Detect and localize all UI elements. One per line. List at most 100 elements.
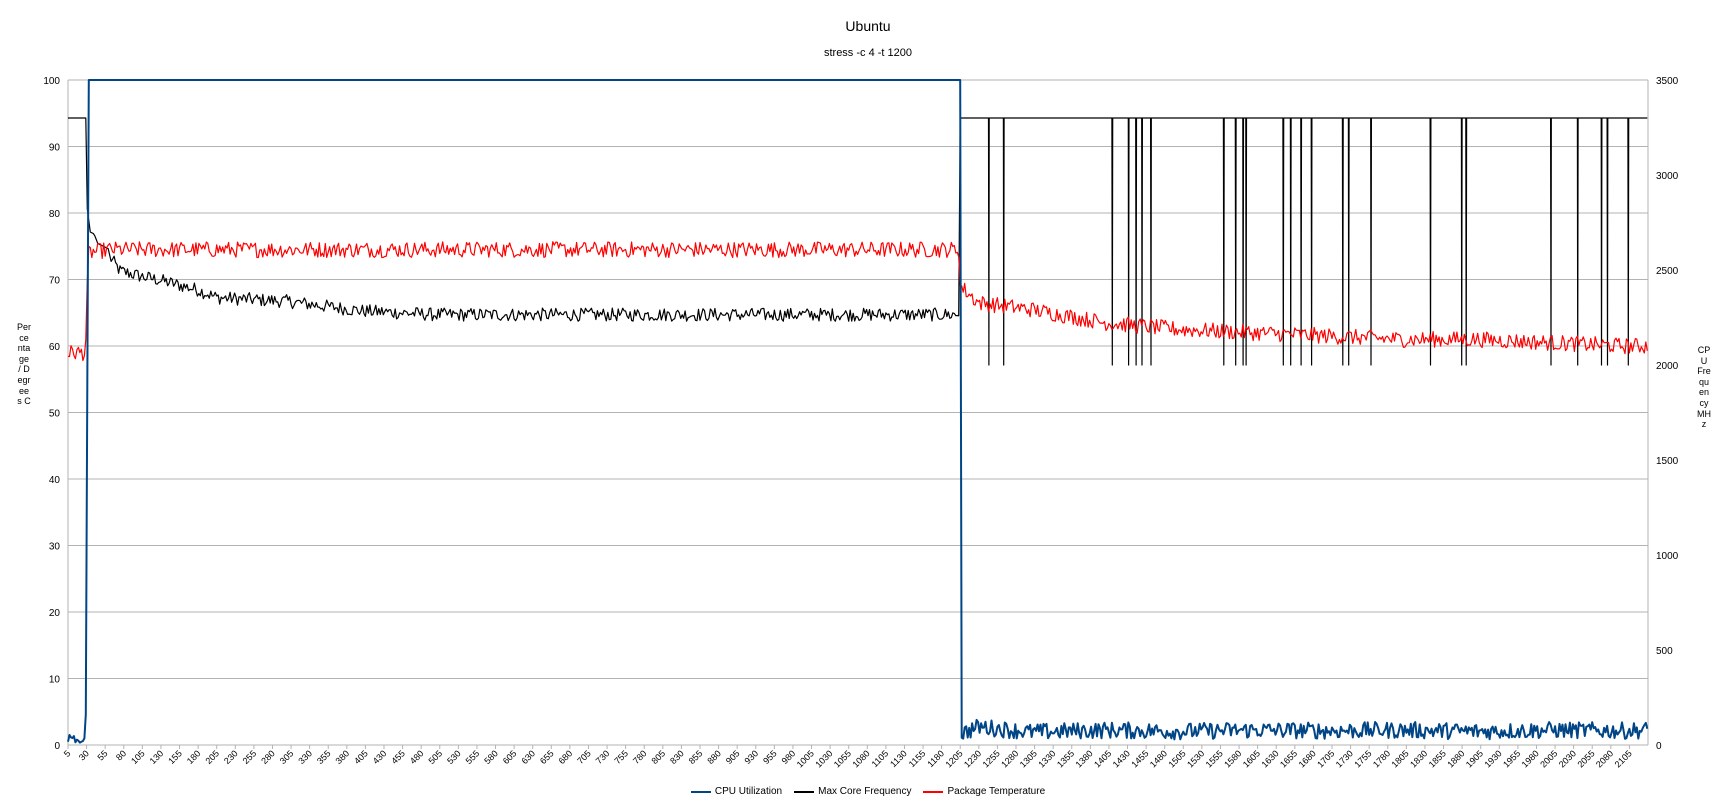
y-right-tick-label: 1500 bbox=[1656, 456, 1679, 467]
x-tick-label: 405 bbox=[352, 748, 370, 766]
x-tick-label: 1930 bbox=[1482, 748, 1503, 769]
x-tick-label: 1130 bbox=[888, 748, 909, 769]
x-tick-label: 1005 bbox=[795, 748, 816, 769]
x-tick-label: 1705 bbox=[1315, 748, 1336, 769]
x-tick-label: 1205 bbox=[943, 748, 964, 769]
x-tick-label: 680 bbox=[557, 748, 575, 766]
x-tick-label: 530 bbox=[445, 748, 463, 766]
x-tick-label: 155 bbox=[166, 748, 184, 766]
y-right-tick-label: 2000 bbox=[1656, 361, 1679, 372]
x-tick-label: 1855 bbox=[1427, 748, 1448, 769]
x-tick-label: 55 bbox=[95, 748, 109, 762]
x-tick-label: 2005 bbox=[1538, 748, 1559, 769]
legend-item-cpu-utilization: CPU Utilization bbox=[690, 786, 783, 797]
x-tick-label: 30 bbox=[77, 748, 91, 762]
x-tick-label: 1655 bbox=[1278, 748, 1299, 769]
x-tick-label: 1480 bbox=[1148, 748, 1169, 769]
series-line-package-temperature bbox=[67, 241, 1648, 362]
x-tick-label: 830 bbox=[668, 748, 686, 766]
x-tick-label: 1805 bbox=[1390, 748, 1411, 769]
x-tick-label: 755 bbox=[612, 748, 630, 766]
series-line-cpu-utilization bbox=[67, 79, 1649, 744]
x-tick-label: 880 bbox=[705, 748, 723, 766]
chart: 0102030405060708090100050010001500200025… bbox=[43, 76, 1679, 770]
x-tick-label: 1680 bbox=[1297, 748, 1318, 769]
y-left-tick-label: 40 bbox=[49, 475, 61, 486]
x-tick-label: 1030 bbox=[813, 748, 834, 769]
y-right-tick-label: 500 bbox=[1656, 646, 1673, 657]
chart-title: Ubuntu bbox=[845, 18, 891, 34]
x-tick-label: 330 bbox=[296, 748, 314, 766]
y-right-tick-label: 2500 bbox=[1656, 266, 1679, 277]
legend-swatch-package-temperature bbox=[923, 790, 944, 793]
x-tick-label: 930 bbox=[742, 748, 760, 766]
x-tick-label: 955 bbox=[761, 748, 779, 766]
x-tick-label: 1055 bbox=[832, 748, 853, 769]
legend: CPU Utilization Max Core Frequency Packa… bbox=[0, 786, 1736, 797]
x-tick-label: 1955 bbox=[1501, 748, 1522, 769]
y-left-tick-label: 80 bbox=[49, 209, 61, 220]
x-tick-label: 655 bbox=[538, 748, 556, 766]
y-right-tick-label: 0 bbox=[1656, 741, 1662, 752]
x-tick-label: 1430 bbox=[1111, 748, 1132, 769]
y-axis-right-label: CPU Frequency MHz bbox=[1697, 345, 1712, 430]
x-tick-label: 1630 bbox=[1259, 748, 1280, 769]
x-tick-label: 280 bbox=[259, 748, 277, 766]
x-tick-label: 1105 bbox=[870, 748, 891, 769]
x-tick-label: 1555 bbox=[1204, 748, 1225, 769]
x-tick-label: 5 bbox=[62, 748, 73, 759]
x-tick-label: 580 bbox=[482, 748, 500, 766]
x-tick-label: 730 bbox=[594, 748, 612, 766]
x-tick-label: 1730 bbox=[1334, 748, 1355, 769]
series-line-max-core-frequency bbox=[68, 117, 1648, 366]
x-tick-label: 180 bbox=[185, 748, 203, 766]
x-tick-label: 1905 bbox=[1464, 748, 1485, 769]
x-tick-label: 1830 bbox=[1408, 748, 1429, 769]
chart-subtitle: stress -c 4 -t 1200 bbox=[823, 47, 913, 59]
y-right-tick-label: 1000 bbox=[1656, 551, 1679, 562]
x-tick-label: 1605 bbox=[1241, 748, 1262, 769]
x-tick-label: 380 bbox=[334, 748, 352, 766]
x-tick-label: 1530 bbox=[1185, 748, 1206, 769]
x-tick-label: 1780 bbox=[1371, 748, 1392, 769]
x-tick-label: 705 bbox=[575, 748, 593, 766]
x-tick-label: 1755 bbox=[1352, 748, 1373, 769]
x-tick-label: 1180 bbox=[925, 748, 946, 769]
x-tick-label: 205 bbox=[203, 748, 221, 766]
legend-swatch-max-core-frequency bbox=[794, 790, 815, 793]
x-tick-label: 905 bbox=[724, 748, 742, 766]
x-tick-label: 80 bbox=[114, 748, 128, 762]
x-tick-label: 1580 bbox=[1222, 748, 1243, 769]
x-tick-label: 780 bbox=[631, 748, 649, 766]
x-tick-label: 605 bbox=[501, 748, 519, 766]
x-tick-label: 1080 bbox=[850, 748, 871, 769]
x-tick-label: 230 bbox=[222, 748, 240, 766]
x-tick-label: 430 bbox=[371, 748, 389, 766]
y-left-tick-label: 100 bbox=[43, 76, 60, 87]
x-tick-label: 1880 bbox=[1445, 748, 1466, 769]
x-tick-label: 630 bbox=[519, 748, 537, 766]
x-tick-label: 2105 bbox=[1613, 748, 1634, 769]
x-tick-label: 1980 bbox=[1520, 748, 1541, 769]
y-left-tick-label: 10 bbox=[49, 675, 61, 686]
legend-label-package-temperature: Package Temperature bbox=[947, 786, 1046, 797]
x-tick-label: 1155 bbox=[907, 748, 928, 769]
legend-label-max-core-frequency: Max Core Frequency bbox=[818, 786, 912, 797]
legend-item-max-core-frequency: Max Core Frequency bbox=[794, 786, 911, 797]
x-tick-label: 1405 bbox=[1092, 748, 1113, 769]
y-axis-left-label: Percentage / Degrees C bbox=[17, 322, 32, 407]
x-tick-label: 1255 bbox=[981, 748, 1002, 769]
legend-item-package-temperature: Package Temperature bbox=[923, 786, 1045, 797]
y-left-tick-label: 60 bbox=[49, 342, 61, 353]
legend-swatch-cpu-utilization bbox=[690, 790, 711, 793]
legend-label-cpu-utilization: CPU Utilization bbox=[714, 786, 783, 797]
x-tick-label: 1455 bbox=[1129, 748, 1150, 769]
x-tick-label: 480 bbox=[408, 748, 426, 766]
x-tick-label: 1305 bbox=[1018, 748, 1039, 769]
x-tick-label: 2055 bbox=[1575, 748, 1596, 769]
x-tick-label: 855 bbox=[687, 748, 705, 766]
y-right-tick-label: 3000 bbox=[1656, 171, 1679, 182]
x-tick-label: 105 bbox=[129, 748, 147, 766]
y-left-tick-label: 20 bbox=[49, 608, 61, 619]
x-tick-label: 505 bbox=[426, 748, 444, 766]
